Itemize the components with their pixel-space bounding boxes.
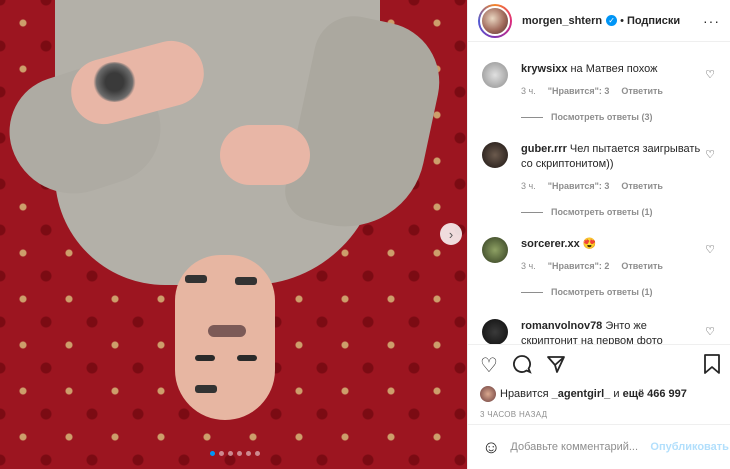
- comment-username[interactable]: guber.rrr: [521, 143, 567, 155]
- likes-prefix: Нравится: [500, 388, 549, 400]
- following-button[interactable]: Подписки: [627, 15, 680, 27]
- view-replies-button[interactable]: Посмотреть ответы (1): [521, 287, 705, 297]
- chevron-right-icon: ›: [448, 226, 454, 242]
- reply-button[interactable]: Ответить: [621, 181, 663, 191]
- photo-eye: [237, 355, 257, 361]
- photo-face-tattoo: [195, 385, 217, 393]
- comment-like-heart-icon[interactable]: ♡: [705, 68, 715, 81]
- carousel-dot: [210, 451, 215, 456]
- liker-username[interactable]: _agentgirl_: [552, 388, 611, 400]
- comment-avatar[interactable]: [482, 319, 508, 344]
- reply-button[interactable]: Ответить: [621, 261, 663, 271]
- comment-time[interactable]: 3 ч.: [521, 86, 536, 96]
- photo-eye: [195, 355, 215, 361]
- comment-time[interactable]: 3 ч.: [521, 261, 536, 271]
- carousel-dot: [219, 451, 224, 456]
- comment-avatar[interactable]: [482, 142, 508, 168]
- liker-avatar[interactable]: [480, 386, 496, 402]
- comment-like-heart-icon[interactable]: ♡: [705, 325, 715, 338]
- comment-input[interactable]: [510, 441, 651, 453]
- comment-likes[interactable]: "Нравится": 3: [548, 181, 610, 191]
- post-timestamp[interactable]: 3 ЧАСОВ НАЗАД: [480, 410, 721, 419]
- photo-lips: [208, 325, 246, 337]
- comment-avatar[interactable]: [482, 62, 508, 88]
- carousel-next-button[interactable]: ›: [440, 223, 462, 245]
- action-icons-row: ♡: [480, 354, 721, 378]
- more-options-icon[interactable]: ···: [703, 13, 720, 29]
- carousel-dots: [210, 451, 260, 456]
- photo-head: [175, 255, 275, 420]
- verified-badge-icon: ✓: [606, 15, 618, 26]
- carousel-dot: [246, 451, 251, 456]
- comments-list[interactable]: krywsixx на Матвея похож 3 ч. "Нравится":…: [468, 42, 730, 344]
- post-side-panel: morgen_shtern ✓ • Подписки ··· krywsixx н…: [467, 0, 730, 469]
- carousel-dot: [255, 451, 260, 456]
- photo-hand-right: [220, 125, 310, 185]
- likes-count[interactable]: ещё 466 997: [623, 388, 687, 400]
- comment-likes[interactable]: "Нравится": 2: [548, 261, 610, 271]
- comment-text: на Матвея похож: [570, 63, 658, 75]
- view-replies-button[interactable]: Посмотреть ответы (1): [521, 207, 705, 217]
- comment-like-heart-icon[interactable]: ♡: [705, 243, 715, 256]
- reply-button[interactable]: Ответить: [621, 86, 663, 96]
- photo-hand-tattoo: [92, 62, 137, 102]
- comment-item: romanvolnov78 Энто же скриптонит на перво…: [468, 319, 730, 344]
- comment-bubble-icon[interactable]: [512, 354, 532, 378]
- publish-button[interactable]: Опубликовать: [650, 441, 729, 453]
- share-send-icon[interactable]: [546, 354, 566, 378]
- comment-text: 😍: [582, 238, 597, 250]
- comment-username[interactable]: romanvolnov78: [521, 320, 602, 332]
- author-avatar[interactable]: [478, 3, 512, 38]
- comment-time[interactable]: 3 ч.: [521, 181, 536, 191]
- comment-avatar[interactable]: [482, 237, 508, 263]
- post-header: morgen_shtern ✓ • Подписки ···: [468, 0, 730, 42]
- view-replies-label: Посмотреть ответы (3): [551, 112, 653, 122]
- header-separator: •: [620, 14, 624, 27]
- comment-username[interactable]: krywsixx: [521, 63, 567, 75]
- comment-item: guber.rrr Чел пытается заигрывать со скри…: [468, 142, 730, 217]
- like-heart-icon[interactable]: ♡: [480, 356, 498, 376]
- likes-and: и: [613, 388, 620, 400]
- comment-composer: ☺ Опубликовать: [468, 424, 730, 469]
- comment-username[interactable]: sorcerer.xx: [521, 238, 580, 250]
- author-username[interactable]: morgen_shtern: [522, 15, 602, 27]
- photo-face-tattoo: [235, 277, 257, 285]
- carousel-dot: [237, 451, 242, 456]
- comment-meta: 3 ч. "Нравится": 3 Ответить: [521, 86, 705, 96]
- comment-meta: 3 ч. "Нравится": 3 Ответить: [521, 181, 705, 191]
- post-actions: ♡ Нравится _agentgirl_ и ещё 466 997 3 Ч…: [468, 344, 730, 419]
- view-replies-label: Посмотреть ответы (1): [551, 287, 653, 297]
- comment-item: sorcerer.xx 😍 3 ч. "Нравится": 2 Ответить…: [468, 237, 730, 297]
- bookmark-icon[interactable]: [703, 354, 721, 378]
- view-replies-label: Посмотреть ответы (1): [551, 207, 653, 217]
- carousel-dot: [228, 451, 233, 456]
- comment-meta: 3 ч. "Нравится": 2 Ответить: [521, 261, 705, 271]
- comment-like-heart-icon[interactable]: ♡: [705, 148, 715, 161]
- post-media[interactable]: ›: [0, 0, 467, 469]
- view-replies-button[interactable]: Посмотреть ответы (3): [521, 112, 705, 122]
- comment-likes[interactable]: "Нравится": 3: [548, 86, 610, 96]
- comment-item: krywsixx на Матвея похож 3 ч. "Нравится":…: [468, 62, 730, 122]
- photo-face-tattoo: [185, 275, 207, 283]
- emoji-smiley-icon[interactable]: ☺: [482, 437, 500, 458]
- likes-summary: Нравится _agentgirl_ и ещё 466 997: [480, 386, 721, 402]
